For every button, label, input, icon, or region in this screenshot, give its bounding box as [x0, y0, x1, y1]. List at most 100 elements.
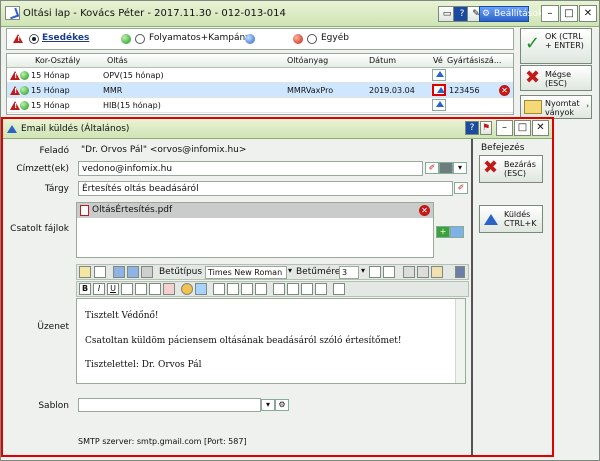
size-select[interactable]: 3 — [339, 266, 359, 279]
italic-icon[interactable]: I — [93, 283, 105, 295]
minimize-button[interactable]: – — [541, 5, 559, 22]
radio-egyeb[interactable] — [307, 34, 317, 44]
strike-icon[interactable] — [121, 283, 133, 295]
numbered-list-icon[interactable] — [287, 283, 299, 295]
green-status-icon — [20, 71, 29, 80]
template-label: Sablon — [38, 401, 69, 411]
highlight-icon[interactable] — [195, 283, 207, 295]
red-status-icon — [293, 34, 303, 44]
delete-icon[interactable]: ✕ — [499, 85, 510, 96]
chevron-down-icon[interactable]: ▾ — [361, 266, 365, 275]
open-icon[interactable] — [113, 266, 125, 278]
dialog-title-bar: Email küldés (Általános) ? ⚑ – □ ✕ — [3, 119, 552, 139]
indent-icon[interactable] — [315, 283, 327, 295]
table-row[interactable]: 15 Hónap HIB(15 hónap) — [7, 98, 513, 113]
add-attachment-icon[interactable]: + — [436, 226, 450, 238]
align-left-icon[interactable] — [213, 283, 225, 295]
horizontal-rule-icon[interactable] — [333, 283, 345, 295]
recipient-field[interactable]: vedono@infomix.hu — [78, 161, 423, 176]
header-oltas[interactable]: Oltás — [107, 56, 128, 65]
save-icon[interactable] — [450, 226, 464, 238]
template-select[interactable] — [78, 398, 261, 412]
bullet-list-icon[interactable] — [273, 283, 285, 295]
dialog-title: Email küldés (Általános) — [21, 124, 130, 134]
move-up-button[interactable] — [432, 84, 446, 96]
header-kor[interactable]: Kor-Osztály — [35, 56, 80, 65]
search-icon[interactable] — [79, 266, 91, 278]
color-icon[interactable] — [181, 283, 193, 295]
pdf-icon — [80, 205, 89, 216]
send-button[interactable]: Küldés CTRL+K — [479, 205, 543, 233]
font-select[interactable]: Times New Roman — [205, 266, 287, 279]
paste-icon[interactable] — [431, 266, 443, 278]
outdent-icon[interactable] — [301, 283, 313, 295]
maximize-button[interactable]: □ — [560, 5, 578, 22]
header-anyag[interactable]: Oltóanyag — [287, 56, 328, 65]
align-right-icon[interactable] — [241, 283, 253, 295]
print-button[interactable]: Nyomtat ványok › — [520, 95, 592, 119]
cancel-button[interactable]: ✖ Mégse (ESC) — [520, 65, 592, 91]
title-bar: Oltási lap - Kovács Péter - 2017.11.30 -… — [1, 1, 599, 27]
radio-esedekes[interactable] — [29, 34, 39, 44]
dialog-minimize-button[interactable]: – — [496, 120, 513, 136]
table-row[interactable]: 15 Hónap OPV(15 hónap) — [7, 68, 513, 83]
header-gyartas[interactable]: Gyártásiszá... — [447, 56, 501, 65]
settings-button[interactable]: Beállítások — [479, 6, 543, 22]
justify-icon[interactable] — [255, 283, 267, 295]
editor-scrollbar[interactable] — [455, 299, 465, 383]
clear-icon[interactable]: ✐ — [425, 162, 439, 174]
finish-heading: Befejezés — [481, 143, 525, 153]
help-icon[interactable]: ? — [465, 121, 479, 135]
subject-field[interactable]: Értesítés oltás beadásáról — [78, 181, 453, 196]
close-dialog-button[interactable]: ✖ Bezárás (ESC) — [479, 155, 543, 183]
table-row[interactable]: 15 Hónap MMR MMRVaxPro 2019.03.04 123456… — [7, 83, 513, 98]
header-ve[interactable]: Vé — [433, 56, 443, 65]
message-label: Üzenet — [37, 322, 69, 332]
chevron-down-icon[interactable]: ▾ — [261, 399, 275, 411]
chevron-down-icon[interactable]: ▾ — [288, 266, 292, 275]
cut-icon[interactable] — [403, 266, 415, 278]
copy-icon[interactable] — [417, 266, 429, 278]
close-dialog-label: Bezárás (ESC) — [504, 160, 536, 178]
subscript-icon[interactable] — [149, 283, 161, 295]
increase-font-icon[interactable] — [369, 266, 381, 278]
template-settings-icon[interactable]: ⚙ — [275, 399, 289, 411]
message-editor[interactable]: Tisztelt Védőnő! Csatoltan küldöm pácien… — [76, 298, 466, 384]
address-book-icon[interactable] — [439, 162, 453, 174]
warning-icon — [10, 101, 20, 110]
overflow-icon[interactable] — [455, 266, 465, 278]
replace-icon[interactable] — [94, 266, 106, 278]
superscript-icon[interactable] — [135, 283, 147, 295]
underline-icon[interactable]: U — [107, 283, 119, 295]
email-dialog: Email küldés (Általános) ? ⚑ – □ ✕ Befej… — [1, 117, 554, 457]
filter-folyamatos-label[interactable]: Folyamatos+Kampány — [149, 33, 251, 43]
eraser-icon[interactable] — [163, 283, 175, 295]
align-center-icon[interactable] — [227, 283, 239, 295]
move-up-button[interactable] — [432, 69, 446, 81]
dialog-maximize-button[interactable]: □ — [514, 120, 531, 136]
radio-folyamatos[interactable] — [135, 34, 145, 44]
close-button[interactable]: ✕ — [579, 5, 597, 22]
document-icon — [5, 6, 20, 20]
pin-icon[interactable]: ⚑ — [480, 121, 492, 135]
move-up-button[interactable] — [432, 99, 446, 111]
clear-icon[interactable]: ✐ — [454, 182, 468, 194]
attachment-item[interactable]: OltásÉrtesítés.pdf ✕ — [77, 203, 433, 218]
ok-button[interactable]: ✓ OK (CTRL + ENTER) — [520, 28, 592, 64]
arrow-up-icon — [484, 214, 498, 225]
main-window: Oltási lap - Kovács Péter - 2017.11.30 -… — [0, 0, 600, 461]
warning-icon — [13, 34, 23, 43]
decrease-font-icon[interactable] — [383, 266, 395, 278]
dialog-close-button[interactable]: ✕ — [532, 120, 549, 136]
print-icon[interactable] — [141, 266, 153, 278]
filter-egyeb-label[interactable]: Egyéb — [321, 33, 349, 43]
filter-esedekes-label[interactable]: Esedékes — [42, 33, 89, 43]
editor-toolbar-1: Betűtípus Times New Roman ▾ Betűméret 3 … — [76, 264, 469, 280]
remove-attachment-icon[interactable]: ✕ — [419, 205, 430, 216]
chevron-down-icon[interactable]: ▾ — [453, 162, 467, 174]
header-datum[interactable]: Dátum — [369, 56, 396, 65]
save-icon[interactable] — [127, 266, 139, 278]
sender-value: "Dr. Orvos Pál" <orvos@infomix.hu> — [81, 145, 247, 155]
attachments-label: Csatolt fájlok — [10, 224, 69, 234]
bold-icon[interactable]: B — [79, 283, 91, 295]
